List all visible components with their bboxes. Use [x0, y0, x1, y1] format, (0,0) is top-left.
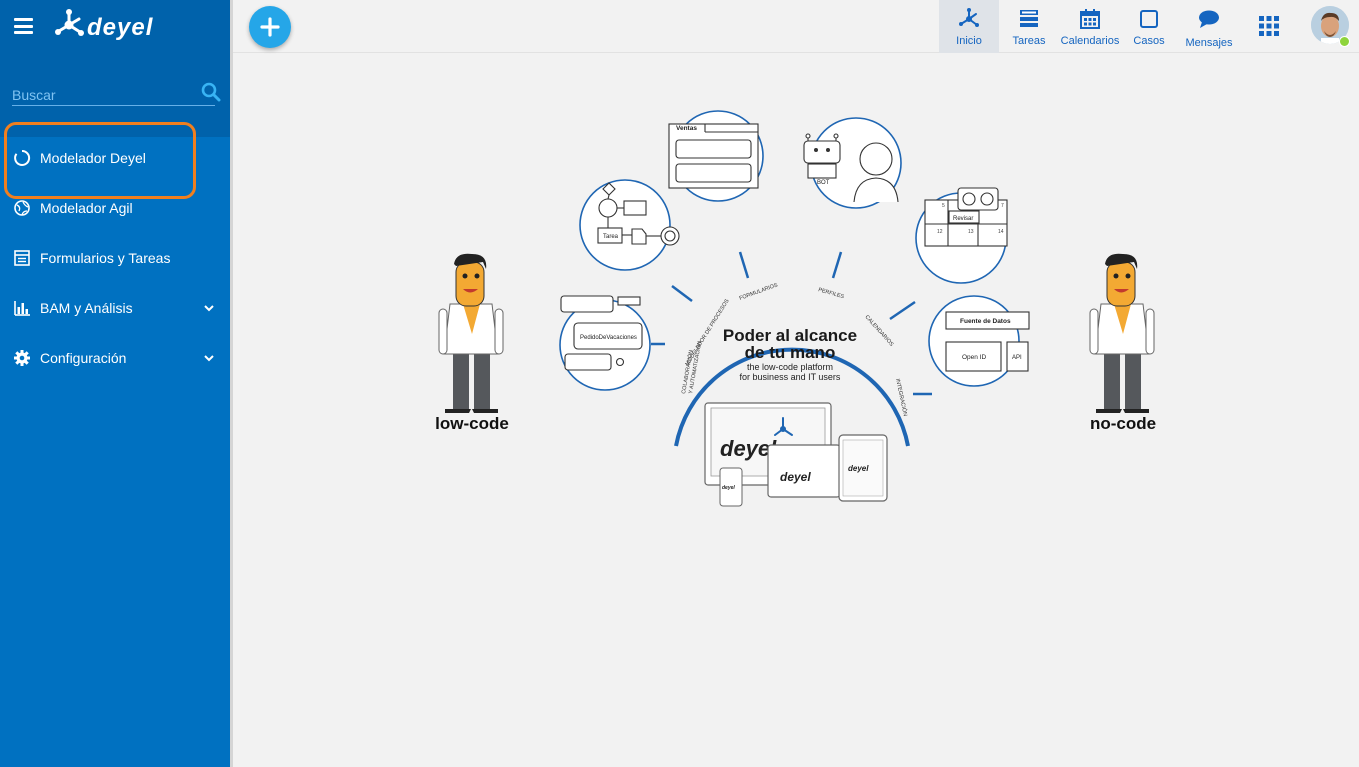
hero-headline-2: de tu mano — [745, 343, 836, 362]
lowcode-character: low-code — [435, 253, 509, 433]
ventas-text: Ventas — [676, 125, 697, 132]
sidebar-item-configuracion[interactable]: Configuración — [0, 333, 230, 383]
hero-illustration: PedidoDeVacaciones Tarea Ventas BOT Revi… — [435, 110, 1156, 507]
process-bubble-circle — [579, 179, 671, 271]
globe-icon — [13, 199, 31, 217]
sidebar-item-label: Modelador Agil — [40, 200, 133, 216]
gear-icon — [13, 349, 31, 367]
sidebar-item-modelador-deyel[interactable]: Modelador Deyel — [0, 133, 230, 183]
tarea-text: Tarea — [603, 234, 619, 240]
ipad-logo-text: deyel — [848, 464, 869, 473]
bar-chart-icon — [13, 299, 31, 317]
cal-day-7: 7 — [1001, 203, 1004, 209]
sidebar-item-label: BAM y Análisis — [40, 300, 133, 316]
tab-casos[interactable]: Casos — [1129, 0, 1169, 53]
apps-grid-icon — [1257, 14, 1281, 38]
cal-day-12: 12 — [937, 229, 943, 235]
calendar-icon — [1078, 7, 1102, 31]
form-list-icon — [13, 249, 31, 267]
sidebar-item-bam-analisis[interactable]: BAM y Análisis — [0, 283, 230, 333]
arc-label-formularios: FORMULARIOS — [739, 282, 779, 302]
hero-subtitle-2: for business and IT users — [740, 372, 841, 382]
logo-text: deyel — [87, 14, 154, 41]
tab-label: Casos — [1133, 35, 1165, 47]
deyel-network-icon — [957, 7, 981, 31]
search-area — [0, 53, 230, 137]
no-code-label: no-code — [1090, 414, 1156, 433]
api-text: API — [1012, 355, 1022, 361]
cal-day-13: 13 — [968, 229, 974, 235]
sidebar-header: deyel — [0, 0, 230, 53]
openid-text: Open ID — [962, 354, 987, 361]
chevron-down-icon[interactable] — [203, 352, 215, 364]
cases-square-icon — [1137, 7, 1161, 31]
chat-bubble-icon — [1197, 7, 1221, 31]
plus-icon — [260, 17, 280, 37]
tab-label: Tareas — [1012, 35, 1046, 47]
bot-text: BOT — [817, 180, 830, 186]
deyel-logo[interactable]: deyel — [55, 8, 195, 42]
add-button[interactable] — [249, 6, 291, 48]
sidebar-item-formularios-tareas[interactable]: Formularios y Tareas — [0, 233, 230, 283]
arc-label-perfiles: PERFILES — [817, 287, 845, 300]
hero-subtitle-1: the low-code platform — [747, 362, 833, 372]
tablet-logo-text: deyel — [780, 470, 811, 484]
tab-tareas[interactable]: Tareas — [1007, 0, 1051, 53]
tab-label: Mensajes — [1185, 37, 1233, 49]
pedido-text: PedidoDeVacaciones — [580, 335, 637, 341]
low-code-label: low-code — [435, 414, 509, 433]
online-status-dot — [1339, 36, 1350, 47]
fuente-text: Fuente de Datos — [960, 318, 1011, 325]
cal-day-5: 5 — [942, 203, 945, 209]
sidebar-nav: Modelador Deyel Modelador Agil Formulari… — [0, 133, 230, 383]
tab-calendarios[interactable]: Calendarios — [1059, 0, 1121, 53]
search-icon[interactable] — [201, 82, 221, 102]
sidebar-item-label: Configuración — [40, 350, 127, 366]
tab-label: Calendarios — [1060, 35, 1120, 47]
sidebar-item-modelador-agil[interactable]: Modelador Agil — [0, 183, 230, 233]
cal-day-14: 14 — [998, 229, 1004, 235]
integration-bubble-circle — [928, 295, 1020, 387]
tab-mensajes[interactable]: Mensajes — [1181, 0, 1237, 53]
search-input[interactable] — [12, 84, 215, 106]
tab-inicio[interactable]: Inicio — [939, 0, 999, 53]
sidebar-item-label: Modelador Deyel — [40, 150, 146, 166]
top-bar: Inicio Tareas Calendarios Casos Mensajes — [233, 0, 1359, 53]
chevron-down-icon[interactable] — [203, 302, 215, 314]
revisar-text: Revisar — [953, 216, 973, 222]
loading-ring-icon — [13, 149, 31, 167]
tab-label: Inicio — [956, 35, 982, 47]
nocode-character: no-code — [1089, 253, 1156, 433]
phone-logo-text: deyel — [722, 485, 735, 491]
main-content: PedidoDeVacaciones Tarea Ventas BOT Revi… — [233, 54, 1359, 767]
tasks-icon — [1017, 7, 1041, 31]
apps-grid-button[interactable] — [1257, 0, 1281, 53]
devices-illustration: deyel deyel deyel deyel — [704, 402, 888, 507]
arc-label-calendarios: CALENDARIOS — [864, 314, 895, 348]
hamburger-menu-icon[interactable] — [14, 18, 33, 34]
sidebar-item-label: Formularios y Tareas — [40, 250, 171, 266]
sidebar: deyel Modelador Deyel Modelador Agil For — [0, 0, 230, 767]
